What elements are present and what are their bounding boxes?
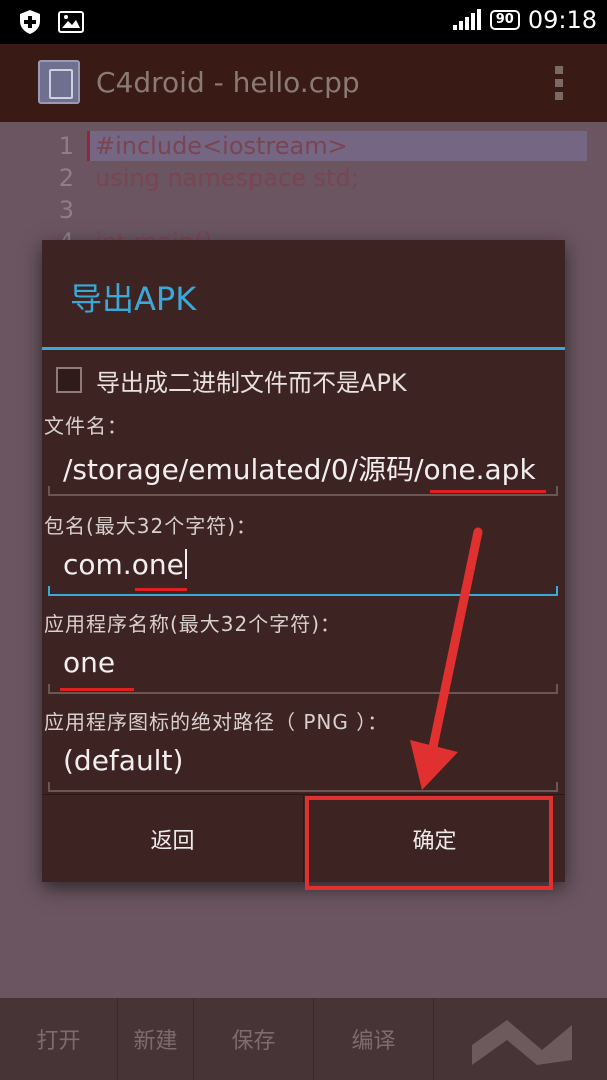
filename-label: 文件名：: [44, 414, 128, 438]
dialog-title: 导出APK: [70, 280, 197, 318]
package-name-label: 包名(最大32个字符)：: [44, 514, 258, 538]
icon-path-value: (default): [63, 744, 184, 777]
app-title: C4droid - hello.cpp: [96, 66, 360, 99]
new-button[interactable]: 新建: [118, 998, 194, 1080]
app-name-value: one: [63, 646, 116, 679]
annotation-underline: [60, 688, 134, 691]
overflow-menu-icon[interactable]: [555, 66, 563, 100]
annotation-underline: [135, 588, 187, 591]
signal-icon: [452, 9, 481, 30]
icon-path-label: 应用程序图标的绝对路径（ PNG ）：: [44, 710, 389, 734]
package-name-input[interactable]: com.one: [48, 542, 558, 598]
clock: 09:18: [527, 6, 597, 34]
save-button[interactable]: 保存: [194, 998, 314, 1080]
package-name-value: com.one: [63, 548, 184, 581]
image-icon: [58, 11, 84, 33]
back-button[interactable]: 返回: [42, 795, 304, 882]
text-cursor: [184, 549, 187, 579]
code-line: 2 using namespace std;: [58, 164, 359, 192]
code-line: 3: [58, 196, 74, 224]
watermark-icon: [472, 1020, 572, 1065]
c4droid-app-icon[interactable]: [38, 60, 80, 104]
annotation-underline: [430, 490, 546, 493]
battery-indicator: 90: [489, 10, 520, 30]
export-binary-checkbox[interactable]: [56, 367, 82, 393]
annotation-highlight-box: [305, 796, 553, 890]
compile-button[interactable]: 编译: [314, 998, 434, 1080]
code-line: 1 #include<iostream>: [58, 132, 348, 160]
title-divider: [42, 347, 565, 350]
filename-value: /storage/emulated/0/源码/one.apk: [63, 453, 536, 486]
status-bar: 90 09:18: [0, 0, 607, 44]
export-binary-option[interactable]: 导出成二进制文件而不是APK: [56, 362, 407, 398]
shield-plus-icon: [20, 10, 40, 34]
icon-path-input[interactable]: (default): [48, 738, 558, 794]
open-button[interactable]: 打开: [0, 998, 118, 1080]
export-apk-dialog: 导出APK 导出成二进制文件而不是APK 文件名： /storage/emula…: [42, 240, 565, 882]
app-name-label: 应用程序名称(最大32个字符)：: [44, 612, 342, 636]
export-binary-label: 导出成二进制文件而不是APK: [96, 368, 407, 397]
